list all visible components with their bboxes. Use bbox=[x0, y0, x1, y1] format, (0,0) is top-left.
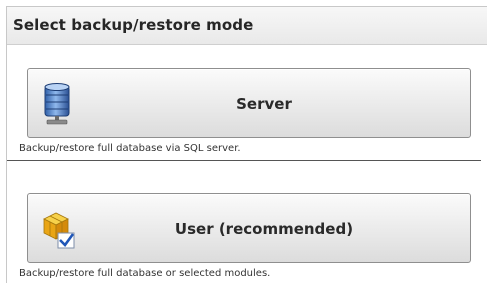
server-mode-description: Backup/restore full database via SQL ser… bbox=[19, 143, 241, 154]
panel-title: Select backup/restore mode bbox=[13, 16, 254, 34]
server-mode-button[interactable]: Server bbox=[27, 68, 471, 138]
user-mode-button[interactable]: User (recommended) bbox=[27, 193, 471, 263]
section-divider bbox=[7, 160, 481, 161]
panel-header: Select backup/restore mode bbox=[7, 7, 487, 45]
backup-mode-panel: Select backup/restore mode Server Backup… bbox=[6, 6, 487, 283]
user-mode-label: User (recommended) bbox=[174, 220, 354, 238]
server-mode-label: Server bbox=[236, 95, 292, 113]
user-mode-description: Backup/restore full database or selected… bbox=[19, 268, 271, 279]
